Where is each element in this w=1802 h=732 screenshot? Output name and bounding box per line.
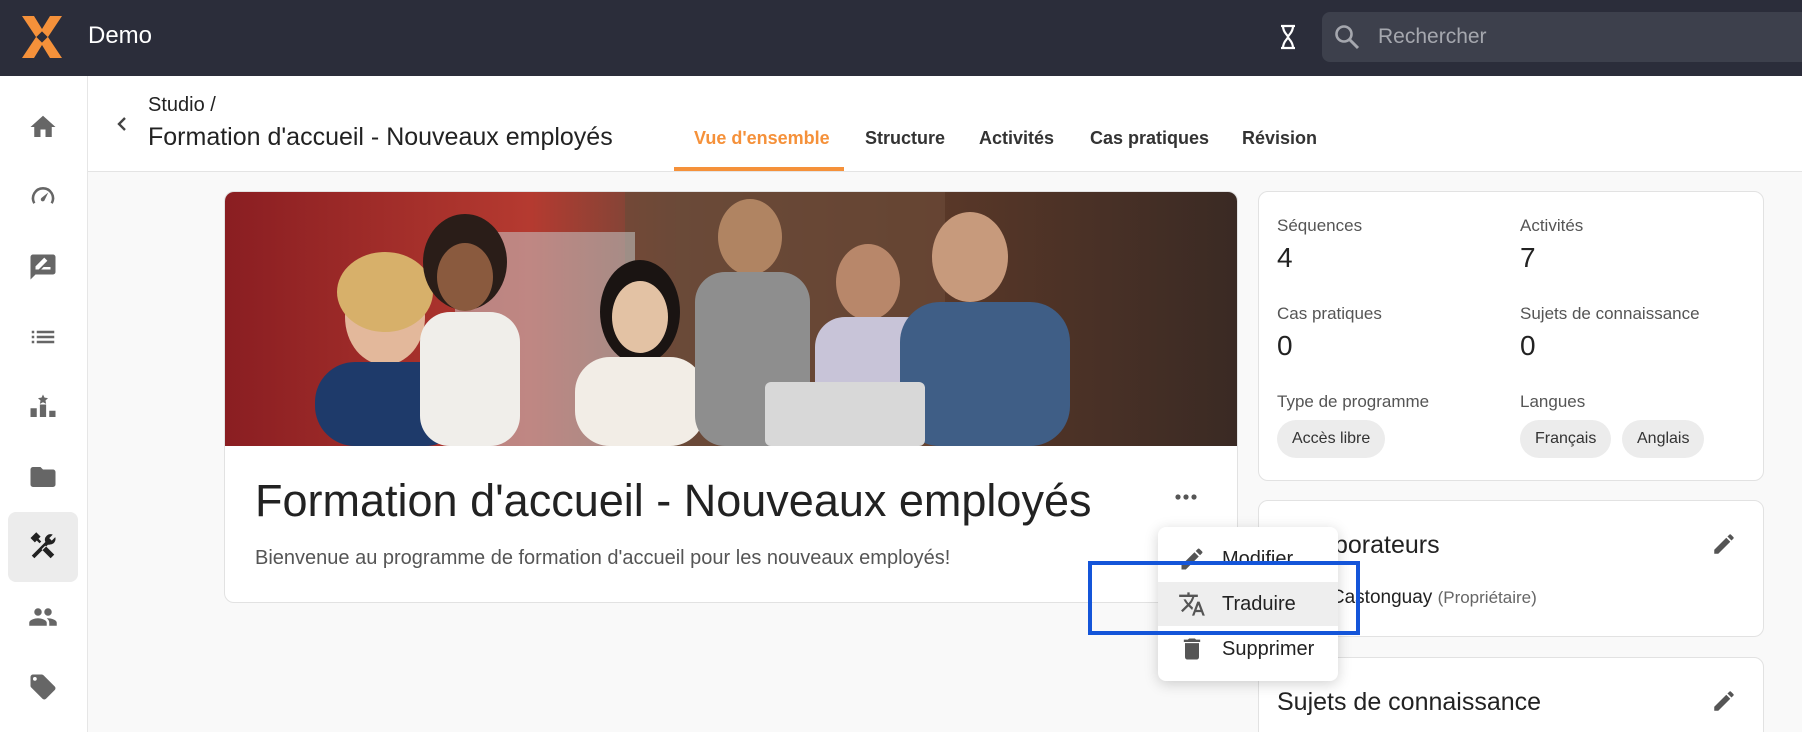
edit-topics-icon[interactable] [1711,688,1737,714]
edit-collaborators-icon[interactable] [1711,531,1737,557]
chevron-left-icon[interactable] [108,110,136,138]
sidebar-item-people[interactable] [8,582,78,652]
collaborator-role: (Propriétaire) [1437,588,1537,607]
tab-activities[interactable]: Activités [979,128,1054,149]
sidebar-item-reviews[interactable] [8,232,78,302]
program-card: Formation d'accueil - Nouveaux employés … [224,191,1238,603]
topics-label: Sujets de connaissance [1520,304,1700,323]
leaderboard-icon [30,394,56,417]
rate-review-icon [30,254,56,280]
page-header: Studio / Formation d'accueil - Nouveaux … [88,76,1802,172]
language-chip-french: Français [1520,420,1612,458]
menu-item-delete-label: Supprimer [1222,637,1315,660]
home-icon [30,115,56,137]
sidebar-item-tags[interactable] [8,652,78,722]
language-chip-english: Anglais [1622,420,1705,458]
program-title: Formation d'accueil - Nouveaux employés [255,475,1092,526]
people-icon [29,608,57,626]
sidebar-item-studio[interactable] [8,512,78,582]
sequences-value: 4 [1277,242,1293,273]
dashboard-icon [31,187,55,204]
logo[interactable] [18,14,66,60]
tab-structure[interactable]: Structure [865,128,945,149]
program-type-chip: Accès libre [1277,420,1386,458]
sidebar-item-folders[interactable] [8,442,78,512]
program-description: Bienvenue au programme de formation d'ac… [255,547,951,569]
activities-value: 7 [1520,242,1536,273]
sidebar [0,76,88,732]
tab-revision[interactable]: Révision [1242,128,1317,149]
page-title: Formation d'accueil - Nouveaux employés [148,123,613,151]
tools-icon [30,532,56,559]
search-input[interactable]: Rechercher [1378,25,1487,49]
tag-icon [30,674,56,700]
highlight-box [1088,561,1360,635]
more-options-icon[interactable] [1169,487,1203,507]
folder-icon [30,467,56,487]
banner-image [225,192,1237,446]
stats-card: Séquences 4 Activités 7 Cas pratiques 0 … [1258,191,1764,481]
knowledge-topics-title: Sujets de connaissance [1277,688,1542,716]
tab-case-studies[interactable]: Cas pratiques [1090,128,1209,149]
sidebar-item-list[interactable] [8,302,78,372]
sidebar-item-dashboard[interactable] [8,162,78,232]
search-bar[interactable]: Rechercher [1322,12,1802,62]
trash-icon [1183,638,1201,660]
topics-value: 0 [1520,330,1536,361]
search-icon [1335,25,1360,50]
active-tab-indicator [674,167,844,171]
top-bar: Demo Rechercher [0,0,1802,76]
sequences-label: Séquences [1277,216,1363,235]
activities-label: Activités [1520,216,1584,235]
list-icon [31,330,55,344]
program-type-label: Type de programme [1277,392,1430,411]
languages-label: Langues [1520,392,1586,411]
sidebar-item-home[interactable] [8,92,78,162]
case-studies-label: Cas pratiques [1277,304,1382,323]
breadcrumb[interactable]: Studio / [148,94,216,117]
hourglass-icon[interactable] [1278,24,1298,50]
case-studies-value: 0 [1277,330,1293,361]
sidebar-item-leaderboard[interactable] [8,372,78,442]
tab-overview[interactable]: Vue d'ensemble [694,128,830,149]
app-name: Demo [88,22,153,49]
